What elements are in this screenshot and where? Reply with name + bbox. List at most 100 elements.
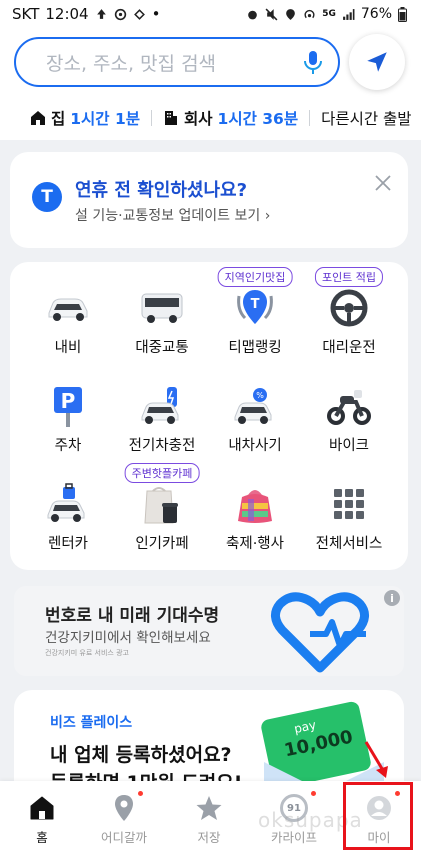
star-icon (195, 793, 223, 823)
service-car-buy[interactable]: % 내차사기 (207, 368, 303, 460)
info-icon[interactable]: i (384, 590, 400, 606)
clock: 12:04 (45, 5, 89, 23)
service-label: 전체서비스 (315, 536, 383, 552)
tab-label: 저장 (197, 830, 221, 845)
service-all[interactable]: 전체서비스 (301, 466, 397, 558)
steering-wheel-icon (323, 284, 375, 332)
microphone-icon[interactable] (302, 50, 324, 76)
service-label: 축제·행사 (226, 536, 284, 552)
biz-label: 비즈 플레이스 (50, 715, 133, 731)
service-label: 렌터카 (47, 536, 89, 552)
arrow-annotation (364, 741, 388, 778)
ev-charge-icon (136, 382, 188, 430)
alarm-icon (248, 10, 258, 19)
service-festival[interactable]: 축제·행사 (207, 466, 303, 558)
service-label: 내비 (54, 340, 82, 356)
service-label: 대리운전 (322, 340, 376, 356)
service-label: 내차사기 (228, 438, 282, 454)
parking-icon: P (42, 382, 94, 430)
hotspot-icon (304, 9, 315, 18)
service-label: 대중교통 (135, 340, 189, 356)
service-popular-cafe[interactable]: 주변핫플카페 인기카페 (114, 463, 210, 558)
route-home-time: 1시간 1분 (70, 110, 141, 128)
heart-pulse-icon (271, 592, 369, 673)
service-transit[interactable]: 대중교통 (114, 270, 210, 362)
upload-icon (96, 8, 106, 19)
location-pin-icon (113, 791, 143, 823)
service-rental-car[interactable]: 렌터카 (20, 466, 116, 558)
route-other-time[interactable]: 다른시간 출발 (321, 107, 412, 129)
service-label: 티맵랭킹 (228, 340, 282, 356)
biz-title: 내 업체 등록하셨어요? (50, 744, 232, 766)
highlight-annotation (343, 782, 413, 850)
signal-icon (342, 8, 355, 20)
tab-label: 어디갈까 (100, 830, 147, 845)
tmap-logo-icon: T (32, 182, 62, 212)
network-type: 5G (322, 9, 336, 19)
service-designated-driver[interactable]: 포인트 적립 대리운전 (301, 267, 397, 362)
service-navi[interactable]: 내비 (20, 270, 116, 362)
home-icon (31, 111, 45, 125)
quick-routes: 집 1시간 1분 회사 1시간 36분 다른시간 출발 (0, 104, 421, 132)
navigation-button[interactable] (349, 34, 405, 90)
notice-subtitle: 설 기능·교통정보 업데이트 보기 › (75, 208, 271, 224)
route-work[interactable]: 회사 1시간 36분 (163, 107, 298, 129)
notification-dot (138, 791, 143, 796)
ad-title: 번호로 내 미래 기대수명 (45, 606, 220, 626)
location-icon (286, 8, 296, 20)
service-ev-charge[interactable]: 전기차충전 (114, 368, 210, 460)
service-tmap-ranking[interactable]: 지역인기맛집 T 티맵랭킹 (207, 267, 303, 362)
svg-text:%: % (256, 391, 264, 400)
service-badge: 포인트 적립 (314, 267, 384, 287)
motorbike-icon (323, 382, 375, 430)
services-grid: 내비 대중교통 지역인기맛집 T 티맵랭킹 포인트 적립 대리운전 P 주차 전… (10, 262, 408, 570)
ranking-icon: T (229, 284, 281, 332)
tab-saved[interactable]: 저장 (167, 781, 251, 851)
route-other-time-label: 다른시간 출발 (321, 110, 412, 128)
mute-icon (265, 8, 278, 20)
cafe-icon (136, 480, 188, 528)
tab-label: 홈 (36, 830, 48, 845)
notice-title: 연휴 전 확인하셨나요? (75, 180, 248, 201)
grid-icon (323, 480, 375, 528)
ad-disclaimer: 건강지키미 유료 서비스 광고 (45, 649, 129, 657)
route-home[interactable]: 집 1시간 1분 (30, 107, 140, 129)
svg-text:P: P (61, 389, 76, 413)
building-icon (165, 111, 178, 125)
status-bar: SKT 12:04 • 5G 76% (0, 0, 421, 28)
battery-icon (398, 6, 407, 22)
search-input[interactable]: 장소, 주소, 맛집 검색 (14, 37, 340, 87)
route-work-time: 1시간 36분 (217, 110, 299, 128)
divider (151, 110, 153, 126)
divider (309, 110, 311, 126)
tab-where-to-go[interactable]: 어디갈까 (82, 781, 166, 851)
npay-amount: 10,000 (282, 726, 355, 762)
service-label: 주차 (54, 438, 82, 454)
festival-bag-icon (229, 480, 281, 528)
ad-subtitle: 건강지키미에서 확인해보세요 (45, 630, 211, 646)
notice-card[interactable]: T 연휴 전 확인하셨나요? 설 기능·교통정보 업데이트 보기 › (10, 152, 408, 248)
service-badge: 지역인기맛집 (217, 267, 293, 287)
service-parking[interactable]: P 주차 (20, 368, 116, 460)
carrier: SKT (12, 5, 40, 23)
route-work-label: 회사 (184, 110, 213, 128)
service-label: 인기카페 (135, 536, 189, 552)
rental-car-icon (42, 480, 94, 528)
service-label: 바이크 (328, 438, 370, 454)
close-icon[interactable] (372, 172, 394, 194)
top-area: 장소, 주소, 맛집 검색 집 1시간 1분 회사 1시간 36분 다른시간 출… (0, 28, 421, 140)
notification-dot (311, 791, 316, 796)
more-dot-icon: • (151, 5, 161, 23)
search-placeholder: 장소, 주소, 맛집 검색 (46, 52, 217, 75)
threads-icon (114, 8, 126, 20)
battery-percent: 76% (360, 6, 392, 22)
route-home-label: 집 (51, 110, 66, 128)
car-buy-icon: % (229, 382, 281, 430)
tab-home[interactable]: 홈 (0, 781, 84, 851)
svg-text:T: T (251, 297, 260, 312)
home-icon (29, 793, 55, 823)
service-bike[interactable]: 바이크 (301, 368, 397, 460)
bus-icon (136, 284, 188, 332)
ad-banner[interactable]: 번호로 내 미래 기대수명 건강지키미에서 확인해보세요 건강지키미 유료 서비… (14, 586, 404, 676)
navigation-arrow-icon (367, 52, 387, 72)
